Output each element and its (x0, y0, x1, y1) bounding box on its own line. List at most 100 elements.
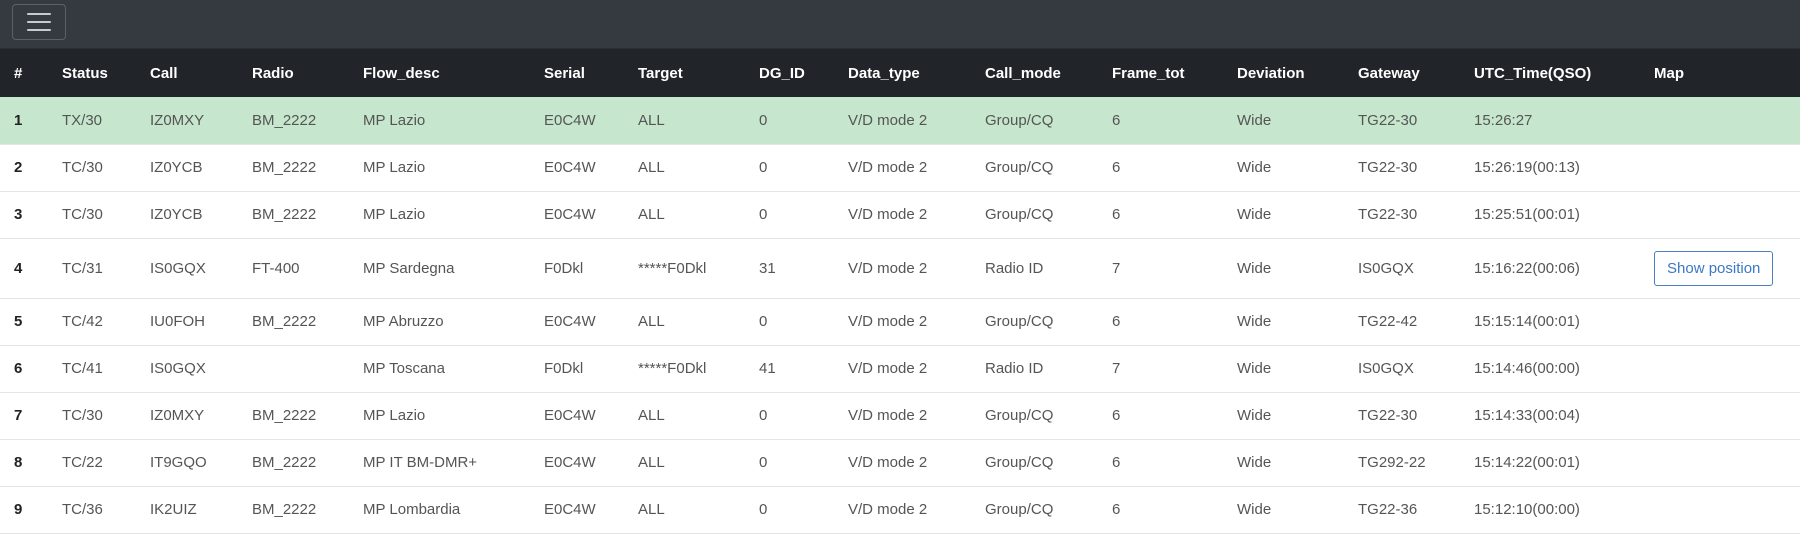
cell-serial: F0Dkl (530, 345, 624, 393)
cell-target: *****F0Dkl (624, 345, 745, 393)
show-position-button[interactable]: Show position (1654, 250, 1774, 286)
cell-map: Show position (1640, 238, 1800, 299)
cell-status: TX/30 (48, 97, 136, 145)
table-row[interactable]: 1 TX/30 IZ0MXY BM_2222 MP Lazio E0C4W ALL 0 V/D … (0, 97, 1800, 145)
table-row[interactable]: 3 TC/30 IZ0YCB BM_2222 MP Lazio E0C4W ALL 0 V/D … (0, 191, 1800, 239)
cell-cmode: Radio ID (971, 238, 1098, 299)
cell-radio: BM_2222 (238, 486, 349, 534)
cell-map (1640, 392, 1800, 440)
cell-target: *****F0Dkl (624, 238, 745, 299)
cell-status: TC/30 (48, 392, 136, 440)
cell-status: TC/31 (48, 238, 136, 299)
column-header-n[interactable]: # (0, 49, 48, 97)
cell-map (1640, 486, 1800, 534)
cell-utc: 15:14:46(00:00) (1460, 345, 1640, 393)
cell-frames: 6 (1098, 298, 1223, 346)
cell-gw: TG22-30 (1344, 392, 1460, 440)
cell-frames: 6 (1098, 191, 1223, 239)
cell-map (1640, 97, 1800, 145)
table-row[interactable]: 9 TC/36 IK2UIZ BM_2222 MP Lombardia E0C4W ALL 0… (0, 486, 1800, 534)
cell-gw: TG292-22 (1344, 439, 1460, 487)
cell-dgid: 0 (745, 392, 834, 440)
cell-frames: 7 (1098, 345, 1223, 393)
cell-status: TC/41 (48, 345, 136, 393)
table-row[interactable]: 2 TC/30 IZ0YCB BM_2222 MP Lazio E0C4W ALL 0 V/D … (0, 144, 1800, 192)
column-header-target[interactable]: Target (624, 49, 745, 97)
cell-cmode: Group/CQ (971, 298, 1098, 346)
hamburger-menu-icon[interactable] (12, 4, 66, 40)
table-row[interactable]: 5 TC/42 IU0FOH BM_2222 MP Abruzzo E0C4W ALL 0 V/… (0, 298, 1800, 346)
cell-utc: 15:26:27 (1460, 97, 1640, 145)
column-header-status[interactable]: Status (48, 49, 136, 97)
cell-utc: 15:12:10(00:00) (1460, 486, 1640, 534)
column-header-dev[interactable]: Deviation (1223, 49, 1344, 97)
cell-serial: E0C4W (530, 144, 624, 192)
cell-cmode: Group/CQ (971, 439, 1098, 487)
cell-flow: MP Toscana (349, 345, 530, 393)
cell-flow: MP Lazio (349, 392, 530, 440)
table-row[interactable]: 8 TC/22 IT9GQO BM_2222 MP IT BM-DMR+ E0C4W ALL… (0, 439, 1800, 487)
cell-dev: Wide (1223, 392, 1344, 440)
cell-utc: 15:16:22(00:06) (1460, 238, 1640, 299)
column-header-flow[interactable]: Flow_desc (349, 49, 530, 97)
cell-call: IS0GQX (136, 238, 238, 299)
column-header-call[interactable]: Call (136, 49, 238, 97)
column-header-map[interactable]: Map (1640, 49, 1800, 97)
cell-call: IZ0MXY (136, 392, 238, 440)
column-header-utc[interactable]: UTC_Time(QSO) (1460, 49, 1640, 97)
table-row[interactable]: 6 TC/41 IS0GQX MP Toscana F0Dkl *****F0Dkl 41 V… (0, 345, 1800, 393)
cell-serial: E0C4W (530, 191, 624, 239)
cell-map (1640, 191, 1800, 239)
cell-n: 4 (0, 238, 48, 299)
cell-target: ALL (624, 191, 745, 239)
cell-utc: 15:26:19(00:13) (1460, 144, 1640, 192)
cell-call: IZ0YCB (136, 191, 238, 239)
cell-utc: 15:14:33(00:04) (1460, 392, 1640, 440)
cell-frames: 7 (1098, 238, 1223, 299)
column-header-dgid[interactable]: DG_ID (745, 49, 834, 97)
cell-dev: Wide (1223, 97, 1344, 145)
cell-flow: MP Abruzzo (349, 298, 530, 346)
column-header-cmode[interactable]: Call_mode (971, 49, 1098, 97)
column-header-serial[interactable]: Serial (530, 49, 624, 97)
cell-cmode: Group/CQ (971, 486, 1098, 534)
cell-serial: F0Dkl (530, 238, 624, 299)
cell-radio: BM_2222 (238, 298, 349, 346)
cell-dgid: 0 (745, 486, 834, 534)
cell-dev: Wide (1223, 191, 1344, 239)
cell-dev: Wide (1223, 486, 1344, 534)
cell-dtype: V/D mode 2 (834, 144, 971, 192)
cell-cmode: Group/CQ (971, 97, 1098, 145)
cell-dgid: 0 (745, 298, 834, 346)
cell-utc: 15:25:51(00:01) (1460, 191, 1640, 239)
column-header-dtype[interactable]: Data_type (834, 49, 971, 97)
cell-n: 8 (0, 439, 48, 487)
table-row[interactable]: 7 TC/30 IZ0MXY BM_2222 MP Lazio E0C4W ALL 0 V/D … (0, 392, 1800, 440)
cell-dev: Wide (1223, 144, 1344, 192)
cell-frames: 6 (1098, 439, 1223, 487)
cell-radio: BM_2222 (238, 439, 349, 487)
cell-target: ALL (624, 392, 745, 440)
cell-target: ALL (624, 298, 745, 346)
column-header-gw[interactable]: Gateway (1344, 49, 1460, 97)
cell-cmode: Group/CQ (971, 392, 1098, 440)
table-row[interactable]: 4 TC/31 IS0GQX FT-400 MP Sardegna F0Dkl *****F… (0, 238, 1800, 299)
cell-status: TC/30 (48, 191, 136, 239)
cell-n: 3 (0, 191, 48, 239)
cell-map (1640, 439, 1800, 487)
cell-radio (238, 345, 349, 393)
cell-dtype: V/D mode 2 (834, 238, 971, 299)
cell-gw: TG22-30 (1344, 144, 1460, 192)
cell-frames: 6 (1098, 486, 1223, 534)
cell-dtype: V/D mode 2 (834, 97, 971, 145)
cell-dtype: V/D mode 2 (834, 439, 971, 487)
cell-dtype: V/D mode 2 (834, 486, 971, 534)
cell-dtype: V/D mode 2 (834, 345, 971, 393)
cell-n: 6 (0, 345, 48, 393)
column-header-radio[interactable]: Radio (238, 49, 349, 97)
cell-dgid: 0 (745, 144, 834, 192)
cell-gw: TG22-30 (1344, 97, 1460, 145)
cell-flow: MP Lazio (349, 191, 530, 239)
top-navbar (0, 0, 1800, 49)
column-header-frames[interactable]: Frame_tot (1098, 49, 1223, 97)
